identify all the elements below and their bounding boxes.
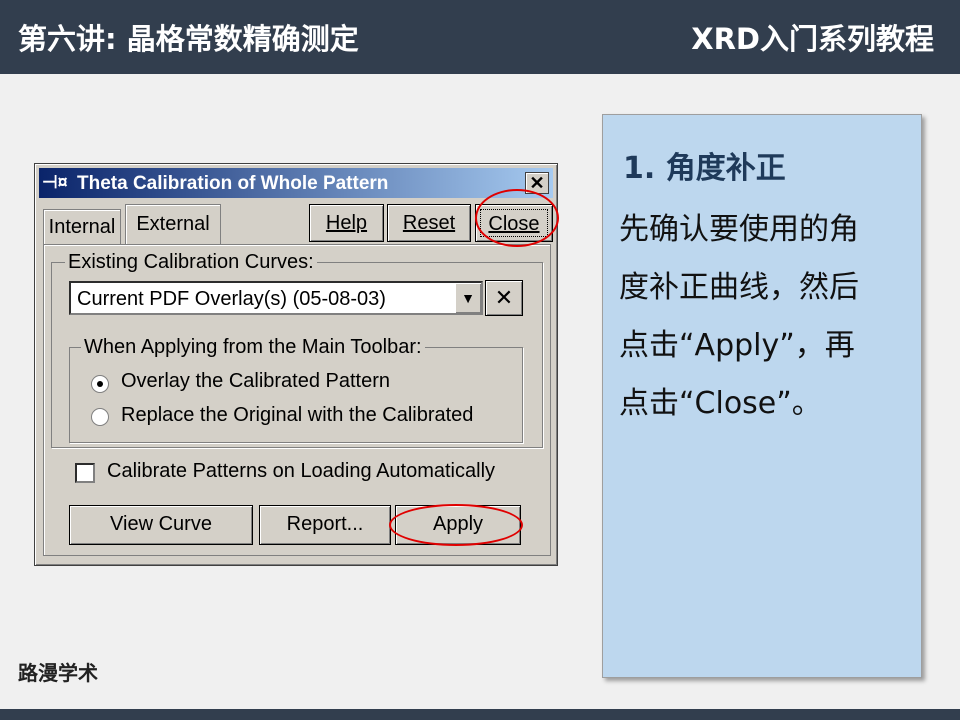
remove-curve-button[interactable]: ✕ bbox=[485, 280, 523, 316]
radio-replace[interactable] bbox=[91, 408, 109, 426]
lecture-title: 第六讲: 晶格常数精确测定 bbox=[18, 22, 359, 56]
tab-internal[interactable]: Internal bbox=[43, 209, 121, 245]
when-applying-legend: When Applying from the Main Toolbar: bbox=[81, 336, 425, 359]
apply-highlight-ring bbox=[389, 504, 523, 546]
calibration-curve-select[interactable]: Current PDF Overlay(s) (05-08-03) ▼ bbox=[69, 281, 483, 315]
dialog-title: Theta Calibration of Whole Pattern bbox=[77, 173, 389, 194]
reset-button[interactable]: Reset bbox=[387, 204, 471, 242]
instruction-heading: 1. 角度补正 bbox=[623, 151, 786, 186]
when-applying-group bbox=[69, 347, 523, 443]
auto-calibrate-checkbox[interactable] bbox=[75, 463, 95, 483]
app-icon: ⊣¤ bbox=[42, 172, 68, 192]
view-curve-button[interactable]: View Curve bbox=[69, 505, 253, 545]
dialog-titlebar[interactable]: ⊣¤ Theta Calibration of Whole Pattern ✕ bbox=[39, 168, 553, 198]
header-bar: 第六讲: 晶格常数精确测定 XRD入门系列教程 bbox=[0, 0, 960, 74]
tab-external[interactable]: External bbox=[125, 204, 221, 246]
series-title: XRD入门系列教程 bbox=[691, 22, 934, 56]
existing-curves-legend: Existing Calibration Curves: bbox=[65, 251, 317, 274]
instruction-panel: 1. 角度补正 先确认要使用的角 度补正曲线，然后 点击“Apply”，再 点击… bbox=[602, 114, 922, 678]
close-highlight-ring bbox=[475, 189, 559, 247]
help-button[interactable]: Help bbox=[309, 204, 384, 242]
radio-overlay[interactable] bbox=[91, 375, 109, 393]
radio-overlay-label: Overlay the Calibrated Pattern bbox=[121, 370, 391, 392]
theta-calibration-dialog: ⊣¤ Theta Calibration of Whole Pattern ✕ … bbox=[34, 163, 559, 566]
reset-label: Reset bbox=[402, 212, 456, 234]
instruction-body: 先确认要使用的角 度补正曲线，然后 点击“Apply”，再 点击“Close”。 bbox=[619, 201, 909, 433]
view-curve-label: View Curve bbox=[110, 513, 212, 535]
footer-bar bbox=[0, 709, 960, 720]
help-label: Help bbox=[325, 212, 368, 234]
instruction-line: 点击“Apply”，再 bbox=[619, 328, 855, 363]
instruction-line: 先确认要使用的角 bbox=[619, 212, 859, 247]
instruction-line: 点击“Close”。 bbox=[619, 386, 822, 421]
footer-brand: 路漫学术 bbox=[18, 661, 98, 685]
chevron-down-icon[interactable]: ▼ bbox=[455, 283, 481, 313]
auto-calibrate-label: Calibrate Patterns on Loading Automatica… bbox=[107, 460, 496, 482]
report-button[interactable]: Report... bbox=[259, 505, 391, 545]
radio-replace-label: Replace the Original with the Calibrated bbox=[121, 404, 474, 426]
calibration-curve-value: Current PDF Overlay(s) (05-08-03) bbox=[77, 288, 386, 310]
instruction-line: 度补正曲线，然后 bbox=[619, 270, 859, 305]
report-label: Report... bbox=[286, 513, 364, 535]
